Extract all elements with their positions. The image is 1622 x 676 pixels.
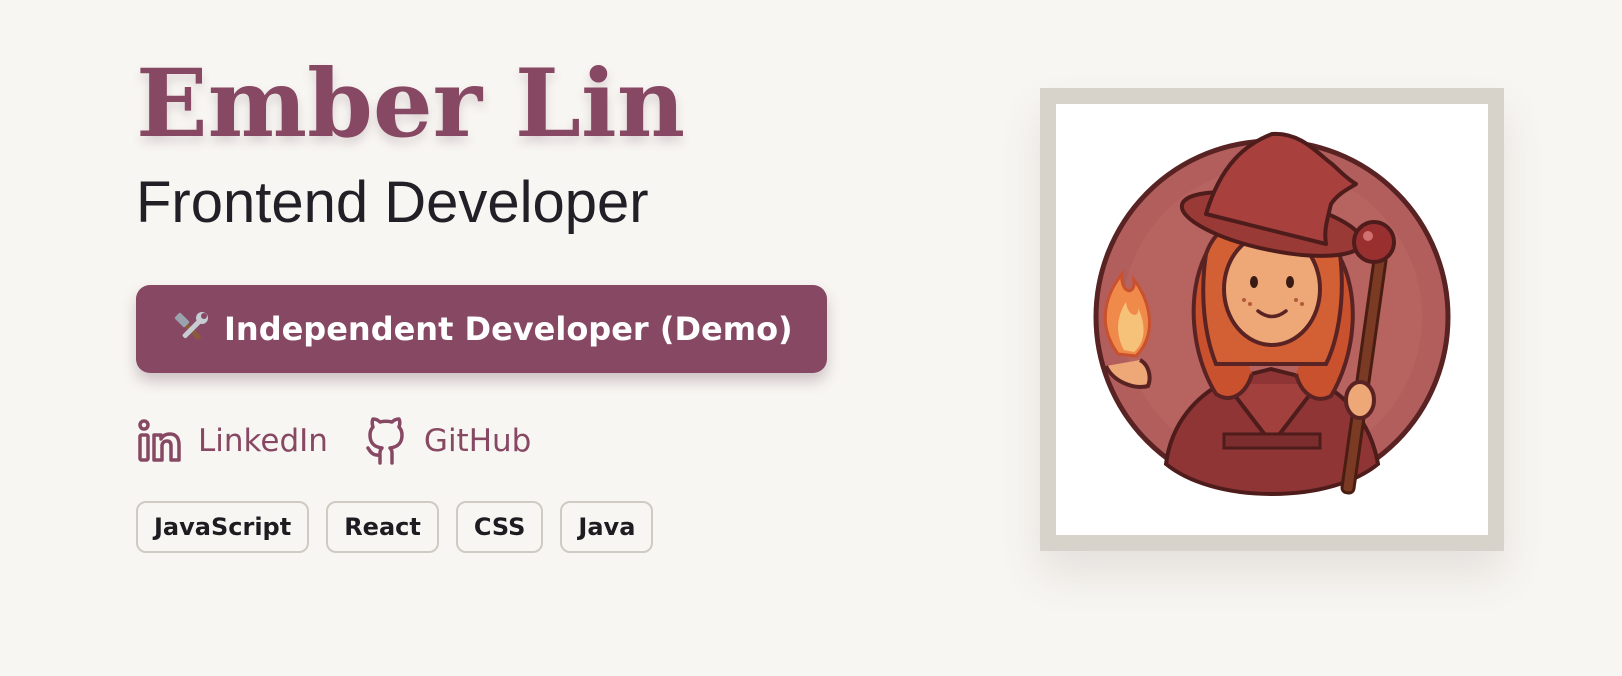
skill-tag: CSS [455, 501, 544, 554]
independent-developer-button[interactable]: Independent Developer (Demo) [136, 285, 827, 374]
portrait-card [1056, 104, 1488, 535]
github-icon [364, 417, 408, 465]
portrait-frame [1040, 88, 1504, 551]
profile-name: Ember Lin [136, 49, 686, 159]
profile-role: Frontend Developer [136, 170, 649, 236]
skill-tag: JavaScript [136, 501, 310, 554]
linkedin-link[interactable]: LinkedIn [136, 418, 328, 464]
witch-avatar-icon [1093, 131, 1451, 497]
skill-tags: JavaScript React CSS Java [136, 501, 896, 554]
skill-tag: React [326, 501, 439, 554]
github-label: GitHub [423, 423, 532, 460]
independent-developer-label: Independent Developer (Demo) [224, 310, 793, 349]
skill-tag: Java [560, 501, 654, 554]
social-links: LinkedIn GitHub [136, 417, 896, 465]
linkedin-icon [136, 418, 182, 464]
github-link[interactable]: GitHub [364, 417, 531, 465]
tools-icon [172, 310, 210, 348]
linkedin-label: LinkedIn [198, 423, 328, 460]
hero-intro: Ember Lin Frontend Developer Independent… [136, 49, 896, 554]
